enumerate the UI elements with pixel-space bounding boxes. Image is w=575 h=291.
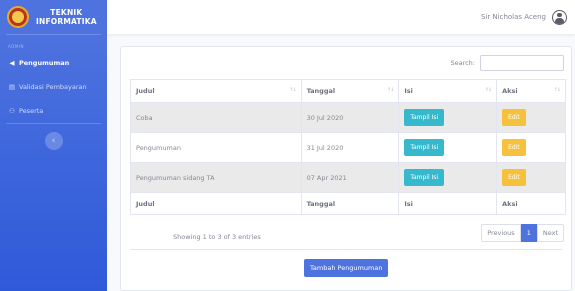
column-header-tanggal[interactable]: Tanggal ↑↓ <box>300 79 400 103</box>
brand-logo-icon <box>7 6 29 28</box>
sidebar-item-label: Peserta <box>19 107 44 115</box>
topbar: Sir Nicholas Aceng <box>107 0 575 34</box>
tampil-isi-button[interactable]: Tampil Isi <box>404 109 445 126</box>
megaphone-icon: ◀ <box>9 59 15 67</box>
sidebar: TEKNIK INFORMATIKA ADMIN ◀ Pengumuman ▤ … <box>0 0 107 291</box>
table-row: Coba 30 Jul 2020 Tampil Isi Edit <box>130 102 566 133</box>
table-info: Showing 1 to 3 of 3 entries <box>173 233 261 241</box>
cell-judul: Pengumuman <box>130 132 302 163</box>
brand[interactable]: TEKNIK INFORMATIKA <box>0 0 107 34</box>
cell-judul: Coba <box>130 102 302 133</box>
cell-tanggal: 30 Jul 2020 <box>300 102 400 133</box>
cell-judul: Pengumuman sidang TA <box>130 162 302 193</box>
column-footer-aksi: Aksi <box>496 192 566 215</box>
column-header-aksi[interactable]: Aksi ↑↓ <box>496 79 566 103</box>
edit-button[interactable]: Edit <box>502 169 526 186</box>
tambah-pengumuman-button[interactable]: Tambah Pengumuman <box>304 259 389 277</box>
table-row: Pengumuman 31 Jul 2020 Tampil Isi Edit <box>130 132 566 163</box>
tampil-isi-button[interactable]: Tampil Isi <box>404 139 445 156</box>
card-divider <box>130 249 562 250</box>
sort-icon: ↑↓ <box>386 87 394 93</box>
column-footer-isi: Isi <box>398 192 498 215</box>
cell-aksi: Edit <box>496 162 566 193</box>
cell-aksi: Edit <box>496 132 566 163</box>
brand-line2: INFORMATIKA <box>36 17 97 26</box>
sidebar-divider <box>6 123 101 124</box>
sidebar-item-label: Validasi Pembayaran <box>19 83 87 91</box>
announcement-card: Search: Judul ↑↓ Tanggal ↑↓ Isi ↑↓ Aksi ↑↓ C… <box>120 46 572 291</box>
search-input[interactable] <box>480 55 564 71</box>
user-avatar-icon[interactable] <box>552 9 567 25</box>
pagination-page-1[interactable]: 1 <box>520 224 537 242</box>
table-footer-row: Judul Tanggal Isi Aksi <box>130 192 566 215</box>
users-icon: ⚇ <box>9 107 15 115</box>
column-header-judul[interactable]: Judul ↑↓ <box>130 79 302 103</box>
edit-button[interactable]: Edit <box>502 139 526 156</box>
username[interactable]: Sir Nicholas Aceng <box>481 13 546 21</box>
cell-aksi: Edit <box>496 102 566 133</box>
pagination: Previous 1 Next <box>481 224 564 242</box>
sort-icon: ↑↓ <box>553 87 561 93</box>
tampil-isi-button[interactable]: Tampil Isi <box>404 169 445 186</box>
brand-line1: TEKNIK <box>50 8 83 17</box>
edit-button[interactable]: Edit <box>502 109 526 126</box>
chevron-left-icon: ‹ <box>51 136 56 146</box>
table-header-row: Judul ↑↓ Tanggal ↑↓ Isi ↑↓ Aksi ↑↓ <box>130 79 566 103</box>
cell-tanggal: 07 Apr 2021 <box>300 162 400 193</box>
sidebar-item-peserta[interactable]: ⚇ Peserta <box>0 99 107 123</box>
cell-isi: Tampil Isi <box>398 102 498 133</box>
cell-isi: Tampil Isi <box>398 162 498 193</box>
sidebar-item-validasi-pembayaran[interactable]: ▤ Validasi Pembayaran <box>0 75 107 99</box>
column-header-isi[interactable]: Isi ↑↓ <box>398 79 498 103</box>
search-row: Search: <box>450 55 564 71</box>
cell-isi: Tampil Isi <box>398 132 498 163</box>
sort-icon: ↑↓ <box>289 87 296 93</box>
table-row: Pengumuman sidang TA 07 Apr 2021 Tampil … <box>130 162 566 193</box>
cell-tanggal: 31 Jul 2020 <box>300 132 400 163</box>
sort-icon: ↑↓ <box>484 87 492 93</box>
pagination-next[interactable]: Next <box>536 224 564 242</box>
sidebar-heading: ADMIN <box>8 44 24 49</box>
table-icon: ▤ <box>8 83 16 91</box>
brand-text: TEKNIK INFORMATIKA <box>36 8 97 26</box>
column-footer-judul: Judul <box>130 192 302 215</box>
sidebar-item-label: Pengumuman <box>19 59 70 67</box>
announcement-table: Judul ↑↓ Tanggal ↑↓ Isi ↑↓ Aksi ↑↓ Coba 30 J… <box>130 79 566 215</box>
sidebar-toggle-button[interactable]: ‹ <box>44 132 63 150</box>
sidebar-item-pengumuman[interactable]: ◀ Pengumuman <box>0 51 107 75</box>
search-label: Search: <box>450 59 475 67</box>
column-footer-tanggal: Tanggal <box>300 192 400 215</box>
pagination-previous[interactable]: Previous <box>481 224 521 242</box>
